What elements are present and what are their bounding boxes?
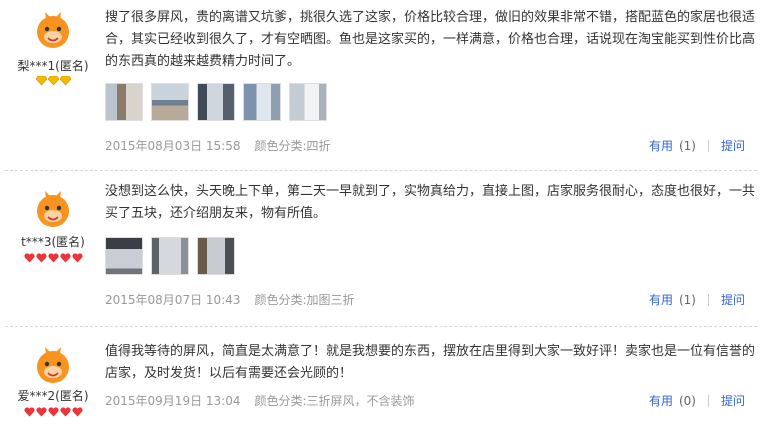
heart-icon [71,407,83,417]
user-avatar-icon [37,12,69,48]
user-avatar-icon [37,347,69,383]
ask-question-button[interactable]: 提问 [721,392,745,409]
review-sku: 颜色分类:三折屏风，不含装饰 [254,394,415,408]
review-meta: 2015年08月03日 15:58 颜色分类:四折 [105,137,331,154]
heart-icon [35,253,47,263]
heart-icon [47,253,59,263]
review-photo-thumbnail[interactable] [105,237,143,275]
review-date: 2015年09月19日 13:04 [105,394,241,408]
reviewer-name[interactable]: 爱***2(匿名) [0,387,106,404]
review-photo-thumbnail[interactable] [197,83,235,121]
ask-question-button[interactable]: 提问 [721,137,745,154]
review-actions: 有用 (1) 提问 [649,291,745,308]
review-actions: 有用 (0) 提问 [649,392,745,409]
review-text: 没想到这么快，头天晚上下单，第二天一早就到了，实物真给力，直接上图，店家服务很耐… [105,184,756,221]
diamond-icon [59,76,71,85]
reviewer-level [0,407,106,417]
useful-button[interactable]: 有用 [649,137,673,154]
reviewer-level [0,253,106,263]
review-item: t***3(匿名) 没想到这么快，头天晚上下单，第二天一早就到了，实物真给力，直… [0,171,762,326]
review-sku: 颜色分类:四折 [254,139,331,153]
ask-question-button[interactable]: 提问 [721,291,745,308]
useful-count: (0) [678,393,696,408]
divider [707,139,709,152]
heart-icon [23,407,35,417]
review-photo-thumbnail[interactable] [105,83,143,121]
heart-icon [59,253,71,263]
heart-icon [71,253,83,263]
review-text: 搜了很多屏风，贵的离谱又坑爹，挑很久选了这家，价格比较合理，做旧的效果非常不错，… [105,10,756,69]
review-photos [105,83,327,121]
diamond-icon [35,76,47,85]
heart-icon [23,253,35,263]
review-text: 值得我等待的屏风，简直是太满意了！就是我想要的东西，摆放在店里得到大家一致好评！… [105,344,756,381]
review-meta: 2015年09月19日 13:04 颜色分类:三折屏风，不含装饰 [105,392,415,409]
heart-icon [59,407,71,417]
review-item: 爱***2(匿名) 值得我等待的屏风，简直是太满意了！就是我想要的东西，摆放在店… [0,327,762,432]
useful-button[interactable]: 有用 [649,392,673,409]
review-date: 2015年08月07日 10:43 [105,293,241,307]
review-date: 2015年08月03日 15:58 [105,139,241,153]
review-photo-thumbnail[interactable] [151,237,189,275]
reviewer-name[interactable]: 梨***1(匿名) [0,57,106,74]
heart-icon [35,407,47,417]
review-actions: 有用 (1) 提问 [649,137,745,154]
review-photo-thumbnail[interactable] [151,83,189,121]
divider [707,394,709,407]
useful-count: (1) [678,292,696,307]
review-meta: 2015年08月07日 10:43 颜色分类:加图三折 [105,291,355,308]
review-item: 梨***1(匿名) 搜了很多屏风，贵的离谱又坑爹，挑很久选了这家，价格比较合理，… [0,0,762,170]
divider [707,293,709,306]
useful-count: (1) [678,138,696,153]
reviewer-name[interactable]: t***3(匿名) [0,233,106,250]
user-avatar-icon [37,191,69,227]
review-photos [105,237,235,275]
review-photo-thumbnail[interactable] [243,83,281,121]
review-photo-thumbnail[interactable] [197,237,235,275]
reviewer-level [0,76,106,85]
diamond-icon [47,76,59,85]
useful-button[interactable]: 有用 [649,291,673,308]
review-photo-thumbnail[interactable] [289,83,327,121]
heart-icon [47,407,59,417]
review-sku: 颜色分类:加图三折 [254,293,355,307]
